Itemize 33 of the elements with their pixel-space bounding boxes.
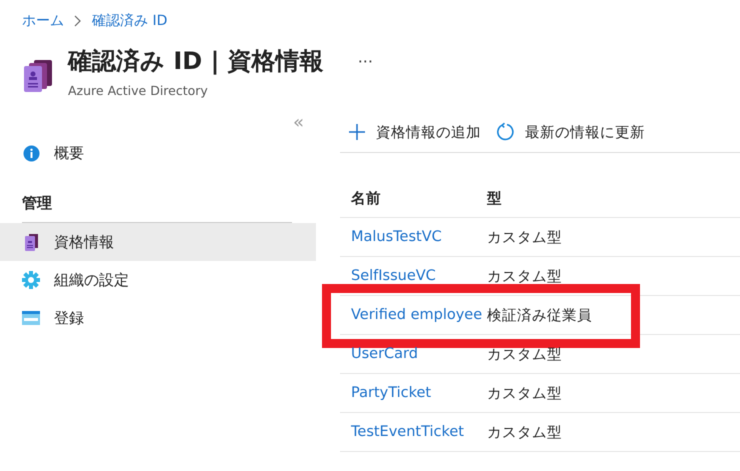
sidebar-item[interactable]: 登録 bbox=[0, 299, 316, 337]
collapse-button[interactable]: « bbox=[288, 112, 308, 134]
credential-link[interactable]: UserCard bbox=[351, 346, 487, 362]
page-subtitle: Azure Active Directory bbox=[68, 83, 208, 98]
table-cell-text: カスタム型 bbox=[487, 346, 563, 364]
plus-icon bbox=[348, 123, 366, 141]
sidebar-item[interactable]: 組織の設定 bbox=[0, 261, 316, 299]
column-header: 名前 bbox=[351, 190, 382, 208]
column-header: 型 bbox=[487, 190, 503, 208]
info-icon bbox=[22, 144, 40, 162]
sidebar-item[interactable]: 概要 bbox=[0, 134, 316, 172]
sidebar-item[interactable]: 資格情報 bbox=[0, 223, 316, 261]
toolbar-button[interactable]: 資格情報の追加 bbox=[348, 122, 481, 142]
table-cell-text: カスタム型 bbox=[487, 424, 563, 442]
breadcrumb-link[interactable]: ホーム bbox=[22, 12, 64, 30]
table-cell-text: カスタム型 bbox=[487, 228, 563, 246]
credential-link[interactable]: SelfIssueVC bbox=[351, 268, 487, 284]
table-cell-text: カスタム型 bbox=[487, 268, 563, 286]
credential-card-icon bbox=[22, 234, 40, 250]
page-title: 確認済み ID | 資格情報 bbox=[68, 46, 324, 77]
refresh-icon bbox=[495, 122, 515, 142]
breadcrumb-link[interactable]: 確認済み ID bbox=[92, 12, 168, 30]
settings-icon bbox=[22, 271, 40, 289]
table-cell-text: 検証済み従業員 bbox=[487, 306, 593, 324]
credential-link[interactable]: PartyTicket bbox=[351, 385, 487, 401]
toolbar-button[interactable]: 最新の情報に更新 bbox=[495, 122, 645, 142]
credential-link[interactable]: TestEventTicket bbox=[351, 424, 487, 440]
credential-link[interactable]: MalusTestVC bbox=[351, 229, 487, 245]
credential-link[interactable]: Verified employee bbox=[351, 307, 487, 323]
table-cell-text: カスタム型 bbox=[487, 384, 563, 402]
more-button[interactable]: ··· bbox=[354, 52, 377, 70]
web-page-icon bbox=[22, 311, 40, 325]
chevron-icon bbox=[74, 15, 82, 27]
